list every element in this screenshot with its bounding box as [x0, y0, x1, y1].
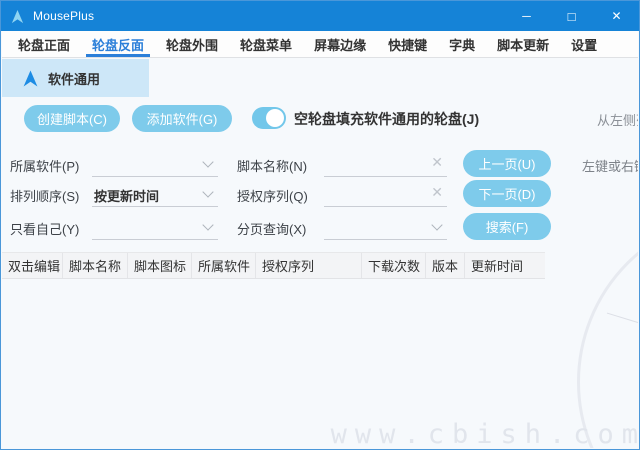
col-auth-serial[interactable]: 授权序列: [256, 253, 362, 278]
window-title: MousePlus: [33, 9, 94, 23]
auth-serial-label: 授权序列(Q): [237, 186, 308, 205]
tab-screen-edge[interactable]: 屏幕边缘: [306, 31, 374, 57]
fill-wheel-toggle[interactable]: [252, 107, 286, 129]
app-logo-icon: [10, 9, 25, 24]
mouse-button-hint: 左键或右键: [582, 156, 638, 175]
script-table-header: 双击编辑 脚本名称 脚本图标 所属软件 授权序列 下载次数 版本 更新时间: [2, 252, 545, 279]
sort-order-label: 排列顺序(S): [10, 186, 79, 205]
col-script-icon[interactable]: 脚本图标: [128, 253, 192, 278]
toggle-knob-icon: [266, 109, 284, 127]
chevron-down-icon: [202, 219, 213, 230]
main-tabbar: 轮盘正面 轮盘反面 轮盘外围 轮盘菜单 屏幕边缘 快捷键 字典 脚本更新 设置: [2, 31, 638, 58]
sort-order-select[interactable]: 按更新时间: [92, 180, 218, 207]
col-download-count[interactable]: 下载次数: [362, 253, 426, 278]
tab-wheel-outer[interactable]: 轮盘外围: [158, 31, 226, 57]
col-double-click-edit[interactable]: 双击编辑: [2, 253, 63, 278]
filter-row-3: 只看自己(Y) 分页查询(X) 搜索(F): [2, 213, 638, 241]
only-mine-label: 只看自己(Y): [10, 219, 79, 238]
content-area: www.cbish.com 软件通用 创建脚本(C) 添加软件(G) 空轮盘填充…: [2, 59, 638, 448]
sort-order-value: 按更新时间: [94, 186, 159, 205]
subtab-software-general[interactable]: 软件通用: [2, 59, 149, 97]
tab-script-update[interactable]: 脚本更新: [489, 31, 557, 57]
page-query-label: 分页查询(X): [237, 219, 306, 238]
next-page-button[interactable]: 下一页(D): [463, 180, 551, 207]
tab-wheel-menu[interactable]: 轮盘菜单: [232, 31, 300, 57]
clear-icon[interactable]: ✕: [431, 184, 443, 201]
subtab-label: 软件通用: [48, 69, 100, 88]
site-watermark: www.cbish.com: [331, 419, 638, 448]
col-update-time[interactable]: 更新时间: [465, 253, 545, 278]
page-query-select[interactable]: [324, 213, 447, 240]
search-button[interactable]: 搜索(F): [463, 213, 551, 240]
close-button[interactable]: ✕: [594, 1, 639, 31]
chevron-down-icon: [202, 156, 213, 167]
chevron-down-icon: [202, 186, 213, 197]
cursor-triangle-icon: [22, 70, 39, 87]
wheel-watermark-circle: [577, 212, 638, 448]
filter-row-1: 所属软件(P) 脚本名称(N) ✕ 上一页(U) 左键或右键: [2, 150, 638, 178]
maximize-button[interactable]: □: [549, 1, 594, 31]
fill-wheel-toggle-label: 空轮盘填充软件通用的轮盘(J): [294, 109, 479, 129]
add-software-button[interactable]: 添加软件(G): [132, 105, 232, 132]
tab-hotkeys[interactable]: 快捷键: [380, 31, 435, 57]
filter-row-2: 排列顺序(S) 按更新时间 授权序列(Q) ✕ 下一页(D): [2, 180, 638, 208]
chevron-down-icon: [431, 219, 442, 230]
minimize-button[interactable]: ─: [504, 1, 549, 31]
col-version[interactable]: 版本: [426, 253, 465, 278]
left-list-hint: 从左侧列表: [597, 110, 638, 129]
mouseplus-window: MousePlus ─ □ ✕ 轮盘正面 轮盘反面 轮盘外围 轮盘菜单 屏幕边缘…: [0, 0, 640, 450]
script-name-label: 脚本名称(N): [237, 156, 307, 175]
tab-wheel-front[interactable]: 轮盘正面: [10, 31, 78, 57]
create-script-button[interactable]: 创建脚本(C): [24, 105, 120, 132]
tab-dictionary[interactable]: 字典: [441, 31, 483, 57]
owner-software-label: 所属软件(P): [10, 156, 79, 175]
only-mine-select[interactable]: [92, 213, 218, 240]
col-owner-software[interactable]: 所属软件: [192, 253, 256, 278]
clear-icon[interactable]: ✕: [431, 154, 443, 171]
auth-serial-input[interactable]: ✕: [324, 180, 447, 207]
tab-settings[interactable]: 设置: [563, 31, 605, 57]
script-name-input[interactable]: ✕: [324, 150, 447, 177]
owner-software-select[interactable]: [92, 150, 218, 177]
prev-page-button[interactable]: 上一页(U): [463, 150, 551, 177]
col-script-name[interactable]: 脚本名称: [63, 253, 128, 278]
tab-wheel-back[interactable]: 轮盘反面: [84, 31, 152, 57]
window-controls: ─ □ ✕: [504, 1, 639, 31]
titlebar[interactable]: MousePlus ─ □ ✕: [1, 1, 639, 31]
